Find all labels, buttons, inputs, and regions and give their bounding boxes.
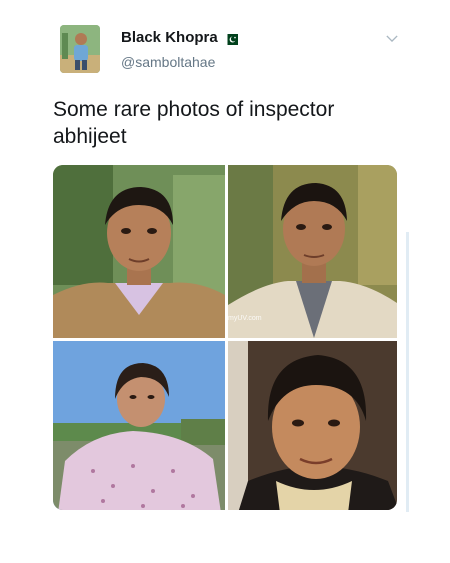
photo-4[interactable]: [228, 341, 397, 510]
author-handle[interactable]: @samboltahae: [121, 54, 215, 70]
tweet-menu-button[interactable]: [383, 31, 401, 45]
photo-2-image: [228, 165, 397, 338]
author-name-row[interactable]: Black Khopra: [121, 29, 238, 46]
scrollbar-track[interactable]: [406, 232, 409, 512]
avatar[interactable]: [60, 25, 100, 73]
photo-grid: myUV.com: [53, 165, 397, 510]
author-display-name[interactable]: Black Khopra: [121, 29, 218, 46]
pakistan-flag-icon: [223, 32, 238, 45]
chevron-down-icon: [386, 34, 398, 42]
photo-1[interactable]: [53, 165, 225, 338]
photo-2[interactable]: myUV.com: [228, 165, 397, 338]
photo-3-image: [53, 341, 225, 510]
photo-3[interactable]: [53, 341, 225, 510]
photo-1-image: [53, 165, 225, 338]
tweet-text: Some rare photos of inspector abhijeet: [53, 98, 335, 148]
photo-watermark: myUV.com: [228, 315, 262, 322]
photo-4-image: [228, 341, 397, 510]
avatar-image: [60, 25, 100, 73]
